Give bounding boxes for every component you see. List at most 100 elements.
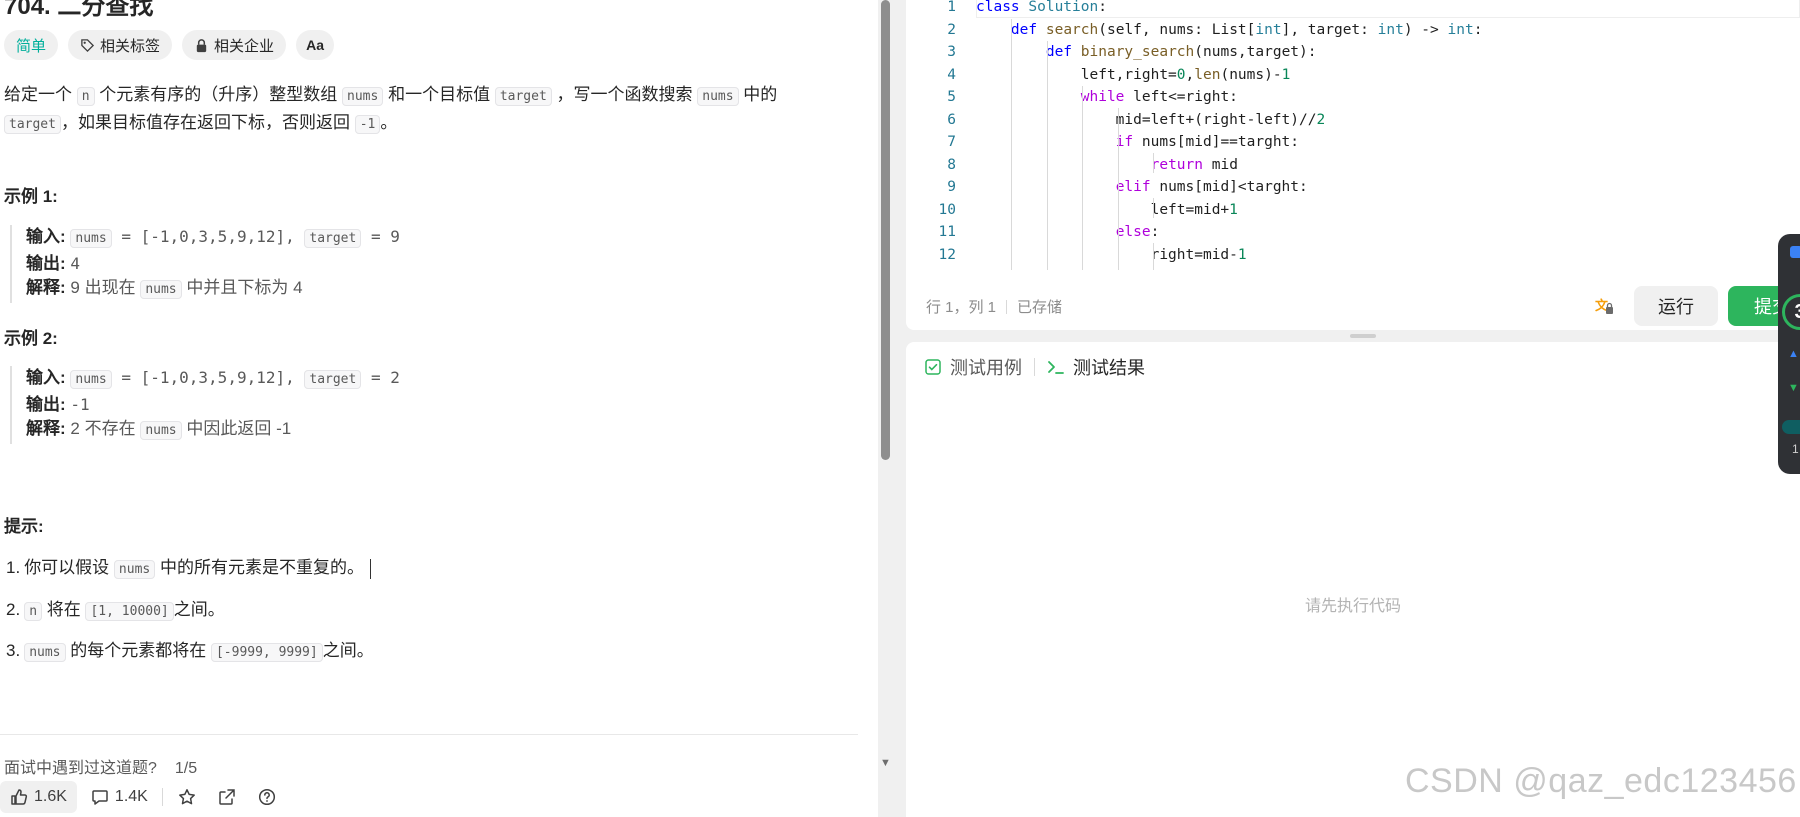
indent-guide xyxy=(1082,86,1083,270)
input-value: = 2 xyxy=(361,368,400,387)
inline-code: [1, 10000] xyxy=(85,602,174,621)
shield-icon xyxy=(1790,246,1800,258)
explain-text: 9 出现在 xyxy=(70,278,141,297)
input-label: 输入: xyxy=(26,227,66,246)
left-panel-scrollbar[interactable]: ▼ xyxy=(878,0,894,817)
like-button[interactable]: 1.6K xyxy=(0,781,77,813)
code-text: elif nums[mid]<targht: xyxy=(1115,179,1308,195)
example-1-block: 输入: nums = [-1,0,3,5,9,12], target = 9 输… xyxy=(10,225,400,303)
inline-code: nums xyxy=(140,421,182,440)
code-text: mid=left+(right-left)//2 xyxy=(976,111,1326,128)
interview-prompt[interactable]: 面试中遇到过这道题? 1/5 xyxy=(4,754,197,778)
code-line[interactable]: 9 elif nums[mid]<targht: xyxy=(906,176,1800,199)
line-number: 10 xyxy=(938,201,956,218)
status-separator xyxy=(1006,299,1008,314)
code-line[interactable]: 1 class Solution: xyxy=(906,0,1800,19)
favorite-button[interactable] xyxy=(167,781,207,813)
desc-text: ，如果目标值存在返回下标，否则返回 xyxy=(60,113,350,132)
tag-icon xyxy=(81,38,95,52)
progress-ring: 3 xyxy=(1782,294,1800,330)
translate-button[interactable]: Aa xyxy=(296,30,335,60)
panel-resize-gutter[interactable] xyxy=(894,0,906,817)
help-button[interactable] xyxy=(247,781,287,813)
inline-code: target xyxy=(304,370,362,389)
save-status: 已存储 xyxy=(1017,299,1063,316)
output-label: 输出: xyxy=(26,253,66,273)
code-text: if nums[mid]==targht: xyxy=(1115,134,1300,150)
hint-text: 之间。 xyxy=(322,641,374,660)
code-line[interactable]: 3 def binary_search(nums,target): xyxy=(906,41,1800,64)
indent-guide xyxy=(1153,198,1154,218)
action-footer: 1.6K 1.4K xyxy=(0,780,287,814)
code-line[interactable]: 7 if nums[mid]==targht: xyxy=(906,131,1800,154)
desc-text: 和一个目标值 xyxy=(388,85,491,104)
floating-stats-widget[interactable]: 3 ▲ ▼ 1 xyxy=(1778,234,1800,474)
inline-code: nums xyxy=(70,370,112,389)
hint-item-1: 1. 你可以假设 nums 中的所有元素是不重复的。 xyxy=(6,555,371,583)
widget-number: 1 xyxy=(1792,442,1799,456)
share-button[interactable] xyxy=(207,781,247,813)
inline-code: n xyxy=(24,602,43,621)
line-number: 6 xyxy=(947,111,956,128)
footer-separator xyxy=(161,788,163,806)
line-number: 5 xyxy=(947,89,956,105)
code-text: right=mid-1 xyxy=(976,246,1247,263)
output-label: 输出: xyxy=(26,394,66,414)
interview-question: 面试中遇到过这道题? xyxy=(4,760,157,777)
vertical-resize-handle[interactable] xyxy=(1350,334,1376,338)
hint-text: 之间。 xyxy=(173,600,225,619)
inline-code: target xyxy=(494,87,552,106)
code-line[interactable]: 5 while left<=right: xyxy=(906,86,1800,109)
like-count: 1.6K xyxy=(34,788,67,805)
code-line[interactable]: 12 right=mid-1 xyxy=(906,244,1800,267)
code-line[interactable]: 6 mid=left+(right-left)//2 xyxy=(906,109,1800,132)
hint-item-3: 3. nums 的每个元素都将在 [-9999, 9999] 之间。 xyxy=(6,638,374,666)
line-number: 3 xyxy=(947,44,956,60)
indent-guide xyxy=(1047,41,1048,270)
related-tags-button[interactable]: 相关标签 xyxy=(68,30,173,60)
example-2-title: 示例 2: xyxy=(4,329,58,348)
code-line[interactable]: 2 def search(self, nums: List[int], targ… xyxy=(906,19,1800,42)
code-line[interactable]: 11 else: xyxy=(906,221,1800,244)
arrow-down-icon: ▼ xyxy=(1788,382,1799,394)
results-placeholder: 请先执行代码 xyxy=(1304,598,1401,615)
explain-label: 解释: xyxy=(26,278,66,297)
inline-code: -1 xyxy=(354,115,381,134)
debug-icon[interactable]: 文 xyxy=(1594,296,1614,316)
input-label: 输入: xyxy=(26,368,66,387)
code-lines[interactable]: 1 class Solution: 2 def search(self, nums… xyxy=(906,0,1800,266)
difficulty-badge[interactable]: 简单 xyxy=(4,30,59,60)
line-number: 9 xyxy=(947,179,956,195)
widget-chip xyxy=(1782,420,1800,434)
code-editor[interactable]: 1 class Solution: 2 def search(self, nums… xyxy=(906,0,1800,330)
code-line[interactable]: 4 left,right=0,len(nums)-1 xyxy=(906,64,1800,87)
example-1-explain: 解释: 9 出现在 nums 中并且下标为 4 xyxy=(26,276,400,303)
inline-code: nums xyxy=(24,643,66,662)
tab-testcase[interactable]: 测试用例 xyxy=(924,354,1022,380)
checkbox-icon xyxy=(925,359,941,375)
problem-tags: 简单 相关标签 相关企业 Aa xyxy=(4,30,335,60)
code-line[interactable]: 10 left=mid+1 xyxy=(906,199,1800,222)
scrollbar-thumb[interactable] xyxy=(881,0,890,460)
tab-result-label: 测试结果 xyxy=(1073,358,1145,378)
run-button[interactable]: 运行 xyxy=(1634,286,1718,326)
footer-divider xyxy=(0,734,858,735)
hint-text: 你可以假设 xyxy=(24,558,110,577)
tab-result[interactable]: 测试结果 xyxy=(1047,354,1145,380)
inline-code: target xyxy=(304,229,362,248)
hint-number: 2. xyxy=(6,600,21,619)
comments-button[interactable]: 1.4K xyxy=(81,781,158,813)
output-value: 4 xyxy=(70,253,81,273)
line-number: 4 xyxy=(947,66,956,83)
code-line[interactable]: 8 return mid xyxy=(906,154,1800,177)
related-companies-button[interactable]: 相关企业 xyxy=(182,30,287,60)
comment-count: 1.4K xyxy=(114,788,148,805)
explain-text: 2 不存在 xyxy=(70,419,141,438)
explain-text: 中因此返回 -1 xyxy=(181,419,292,438)
input-value: = [-1,0,3,5,9,12], xyxy=(111,368,305,387)
example-2-output: 输出: -1 xyxy=(26,393,400,418)
input-value: = [-1,0,3,5,9,12], xyxy=(111,227,305,246)
inline-code: n xyxy=(76,87,95,106)
translate-icon: Aa xyxy=(306,37,324,53)
scroll-down-arrow-icon[interactable]: ▼ xyxy=(880,757,891,769)
